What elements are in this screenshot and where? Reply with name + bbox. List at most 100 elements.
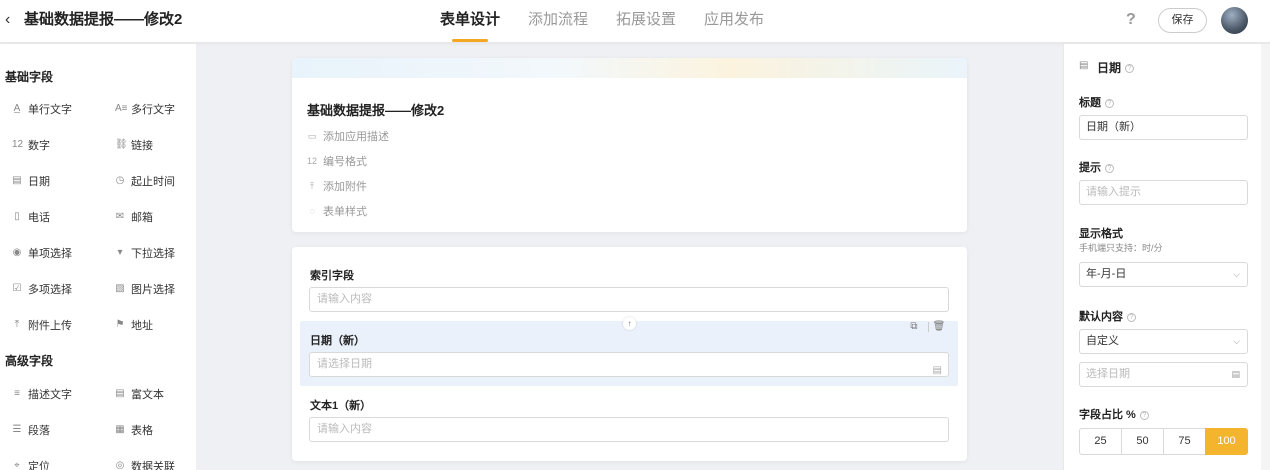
move-up-icon[interactable]: ↑ bbox=[623, 317, 636, 330]
field-label-text1: 文本1（新） bbox=[310, 400, 372, 412]
calendar-icon: ▤ bbox=[932, 365, 942, 376]
help-circle-icon[interactable]: ? bbox=[1105, 163, 1114, 173]
upload-icon: ⤒ bbox=[310, 180, 314, 191]
help-icon[interactable]: ? bbox=[1126, 10, 1136, 30]
form-title[interactable]: 基础数据提报——修改2 bbox=[307, 100, 444, 119]
avatar[interactable] bbox=[1221, 7, 1248, 34]
date-field-input[interactable]: 请选择日期 ▤ bbox=[309, 352, 949, 377]
field-table[interactable]: ▦ 表格 bbox=[115, 422, 153, 438]
help-circle-icon[interactable]: ? bbox=[1105, 98, 1114, 108]
field-data-relation[interactable]: ◎ 数据关联 bbox=[115, 458, 175, 470]
chevron-down-icon: ⌵ bbox=[1233, 336, 1240, 346]
tab-form-design[interactable]: 表单设计 bbox=[440, 0, 500, 43]
copy-icon[interactable]: ⧉ bbox=[906, 320, 922, 334]
lines-icon: ≡ bbox=[14, 388, 20, 399]
app-title: 基础数据提报——修改2 bbox=[24, 11, 183, 28]
field-address[interactable]: ⚑ 地址 bbox=[115, 317, 153, 333]
field-attachment[interactable]: ⤒ 附件上传 bbox=[12, 317, 72, 333]
signpost-icon: ⚑ bbox=[115, 319, 125, 330]
add-description-link[interactable]: ▭ 添加应用描述 bbox=[307, 128, 389, 144]
format-label: 显示格式 bbox=[1079, 228, 1123, 240]
advanced-fields-title: 高级字段 bbox=[5, 354, 54, 368]
ratio-option-50[interactable]: 50 bbox=[1121, 428, 1164, 455]
field-palette: 基础字段 A̲ 单行文字 A≡ 多行文字 12 数字 ⛓ 链接 ▤ 日期 ◷ 起止时间 ▯ 电… bbox=[0, 44, 196, 470]
field-paragraph[interactable]: ☰ 段落 bbox=[12, 422, 50, 438]
number-icon: 12 bbox=[12, 139, 24, 150]
delete-icon[interactable]: 🗑 bbox=[931, 320, 947, 334]
paragraph-icon: ☰ bbox=[12, 424, 22, 435]
format-select[interactable]: 年-月-日 ⌵ bbox=[1079, 262, 1248, 287]
link-icon: ⛓ bbox=[115, 139, 128, 150]
field-description[interactable]: ≡ 描述文字 bbox=[12, 386, 72, 402]
number-format-link[interactable]: 12 编号格式 bbox=[307, 153, 367, 169]
form-header-card: 基础数据提报——修改2 ▭ 添加应用描述 12 编号格式 ⤒ 添加附件 ◌ 表单样式 bbox=[292, 58, 967, 232]
title-label: 标题? bbox=[1079, 94, 1114, 110]
tab-add-flow[interactable]: 添加流程 bbox=[528, 0, 588, 43]
ratio-selector: 25 50 75 100 bbox=[1079, 428, 1248, 455]
location-pin-icon: ⌖ bbox=[14, 460, 20, 470]
mail-icon: ✉ bbox=[115, 211, 125, 222]
calendar-icon: ▤ bbox=[1079, 60, 1089, 71]
properties-panel: ▤ 日期? 标题? 日期（新） 提示? 请输入提示 显示格式 手机端只支持：时/… bbox=[1063, 44, 1261, 470]
default-label: 默认内容? bbox=[1079, 308, 1136, 324]
form-body-card: 索引字段 请输入内容 ↑ ⧉ 🗑 日期（新） 请选择日期 ▤ 文本1（新） 请输入… bbox=[292, 247, 967, 461]
hint-label: 提示? bbox=[1079, 159, 1114, 175]
text1-field-input[interactable]: 请输入内容 bbox=[309, 417, 949, 442]
help-circle-icon[interactable]: ? bbox=[1139, 410, 1149, 420]
field-date-range[interactable]: ◷ 起止时间 bbox=[115, 173, 175, 189]
field-multi-line-text[interactable]: A≡ 多行文字 bbox=[115, 101, 175, 117]
field-phone[interactable]: ▯ 电话 bbox=[12, 209, 50, 225]
field-location[interactable]: ⌖ 定位 bbox=[12, 458, 50, 470]
field-label-index: 索引字段 bbox=[310, 270, 354, 282]
help-circle-icon[interactable]: ? bbox=[1125, 64, 1135, 74]
ratio-option-25[interactable]: 25 bbox=[1079, 428, 1122, 455]
calendar-icon: ▤ bbox=[12, 175, 22, 186]
top-header: ‹ 基础数据提报——修改2 表单设计 添加流程 拓展设置 应用发布 ? 保存 bbox=[0, 0, 1270, 43]
field-date[interactable]: ▤ 日期 bbox=[12, 173, 50, 189]
scrollbar-track[interactable] bbox=[1261, 44, 1270, 470]
phone-icon: ▯ bbox=[14, 211, 20, 222]
chevron-down-icon: ⌵ bbox=[1233, 269, 1240, 279]
field-single-line-text[interactable]: A̲ 单行文字 bbox=[12, 101, 72, 117]
add-attachment-link[interactable]: ⤒ 添加附件 bbox=[307, 178, 367, 194]
format-subtext: 手机端只支持：时/分 bbox=[1079, 243, 1163, 253]
tab-app-publish[interactable]: 应用发布 bbox=[704, 0, 764, 43]
chevron-left-icon[interactable]: ‹ bbox=[5, 10, 19, 30]
field-link[interactable]: ⛓ 链接 bbox=[115, 137, 153, 153]
comment-icon: ▭ bbox=[307, 130, 317, 141]
calendar-icon: ▤ bbox=[1231, 369, 1240, 379]
field-image-choice[interactable]: ▧ 图片选择 bbox=[115, 281, 175, 297]
field-label-date: 日期（新） bbox=[310, 335, 365, 347]
field-rich-text[interactable]: ▤ 富文本 bbox=[115, 386, 164, 402]
tab-extension-settings[interactable]: 拓展设置 bbox=[616, 0, 676, 43]
ratio-option-100[interactable]: 100 bbox=[1205, 428, 1248, 455]
toolbar-divider bbox=[928, 322, 929, 332]
text-icon: A̲ bbox=[13, 103, 21, 114]
index-field-input[interactable]: 请输入内容 bbox=[309, 287, 949, 312]
default-date-input[interactable]: 选择日期 ▤ bbox=[1079, 362, 1248, 387]
save-button[interactable]: 保存 bbox=[1158, 8, 1207, 33]
ratio-label: 字段占比 %? bbox=[1079, 406, 1149, 422]
header-band bbox=[292, 58, 967, 78]
title-input[interactable]: 日期（新） bbox=[1079, 115, 1248, 140]
document-icon: ▤ bbox=[115, 388, 125, 399]
checkbox-icon: ☑ bbox=[12, 283, 22, 294]
top-tabs: 表单设计 添加流程 拓展设置 应用发布 bbox=[440, 0, 764, 43]
upload-icon: ⤒ bbox=[14, 319, 20, 330]
dropdown-icon: ▾ bbox=[117, 247, 123, 258]
relation-icon: ◎ bbox=[115, 460, 125, 470]
field-number[interactable]: 12 数字 bbox=[12, 137, 50, 153]
field-email[interactable]: ✉ 邮箱 bbox=[115, 209, 153, 225]
form-style-link[interactable]: ◌ 表单样式 bbox=[307, 203, 367, 219]
hint-input[interactable]: 请输入提示 bbox=[1079, 180, 1248, 205]
number-icon: 12 bbox=[307, 156, 318, 166]
help-circle-icon[interactable]: ? bbox=[1127, 312, 1136, 322]
radio-icon: ◉ bbox=[12, 247, 22, 258]
default-select[interactable]: 自定义 ⌵ bbox=[1079, 329, 1248, 354]
image-icon: ▧ bbox=[115, 283, 125, 294]
field-single-choice[interactable]: ◉ 单项选择 bbox=[12, 245, 72, 261]
field-dropdown[interactable]: ▾ 下拉选择 bbox=[115, 245, 175, 261]
field-multi-choice[interactable]: ☑ 多项选择 bbox=[12, 281, 72, 297]
ratio-option-75[interactable]: 75 bbox=[1163, 428, 1206, 455]
multiline-text-icon: A≡ bbox=[115, 103, 128, 114]
